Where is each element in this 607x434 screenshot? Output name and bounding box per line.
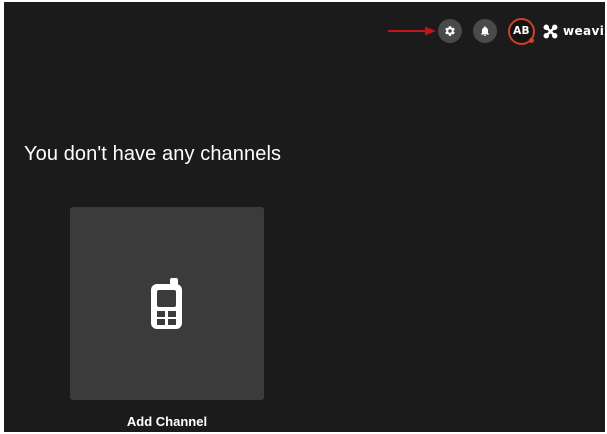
weavix-logo-icon: [542, 23, 559, 40]
notifications-button[interactable]: [473, 19, 497, 43]
avatar-status-dot: [529, 37, 534, 43]
app-window: AB weavix You: [4, 2, 605, 432]
brand-name: weavix: [563, 24, 605, 38]
avatar-initials: AB: [513, 25, 530, 37]
add-channel-button[interactable]: [70, 207, 264, 400]
user-avatar[interactable]: AB: [508, 17, 535, 45]
annotation-arrow-icon: [387, 26, 437, 36]
page-title: You don't have any channels: [24, 143, 282, 165]
radio-device-icon: [149, 277, 185, 330]
bell-icon: [479, 25, 491, 37]
add-channel-label[interactable]: Add Channel: [70, 414, 264, 429]
header-actions: AB weavix: [438, 17, 605, 45]
settings-button[interactable]: [438, 19, 462, 43]
brand: weavix: [542, 23, 605, 40]
gear-icon: [444, 25, 456, 37]
